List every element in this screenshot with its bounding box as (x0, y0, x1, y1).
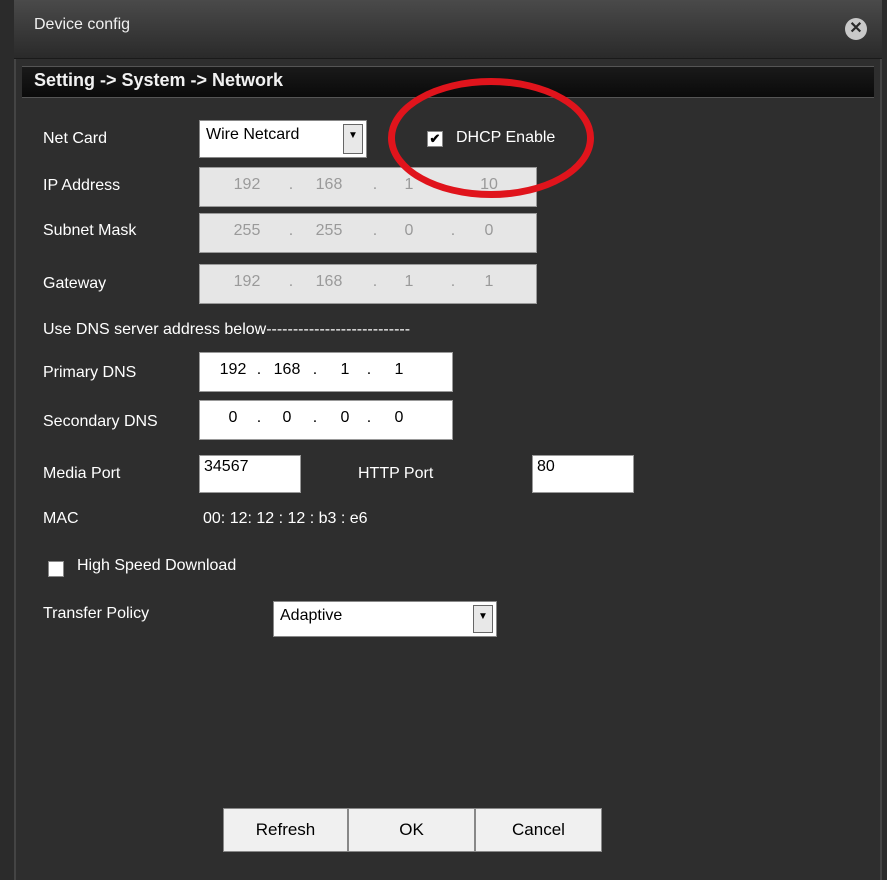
primary-dns-dot-1: . (256, 361, 262, 378)
window-title: Device config (34, 16, 131, 33)
dhcp-label: DHCP Enable (456, 129, 556, 146)
secondary-dns-octet-1: 0 (228, 409, 238, 426)
primary-dns-label: Primary DNS (43, 364, 137, 381)
primary-dns-octet-4: 1 (394, 361, 404, 378)
gateway-octet-3: 1 (404, 273, 414, 290)
gateway-dot-1: . (288, 273, 294, 290)
subnet-mask-field[interactable]: 255 . 255 . 0 . 0 (199, 213, 537, 253)
close-icon[interactable]: ✕ (845, 18, 867, 40)
gateway-octet-4: 1 (484, 273, 494, 290)
secondary-dns-octet-4: 0 (394, 409, 404, 426)
http-port-value: 80 (537, 458, 555, 475)
secondary-dns-octet-2: 0 (282, 409, 292, 426)
ip-dot-2: . (372, 176, 378, 193)
dns-section-label: Use DNS server address below------------… (43, 321, 411, 338)
subnet-octet-3: 0 (404, 222, 414, 239)
http-port-label: HTTP Port (358, 465, 434, 482)
mac-value: 00: 12: 12 : 12 : b3 : e6 (203, 510, 368, 527)
subnet-mask-label: Subnet Mask (43, 222, 137, 239)
http-port-input[interactable]: 80 (532, 455, 634, 493)
ip-dot-3: . (450, 176, 456, 193)
title-bar (14, 0, 882, 59)
breadcrumb: Setting -> System -> Network (34, 70, 284, 90)
subnet-dot-2: . (372, 222, 378, 239)
secondary-dns-dot-2: . (312, 409, 318, 426)
subnet-dot-1: . (288, 222, 294, 239)
net-card-value: Wire Netcard (206, 126, 300, 143)
transfer-policy-value: Adaptive (280, 607, 343, 624)
ip-octet-2: 168 (315, 176, 343, 193)
primary-dns-dot-3: . (366, 361, 372, 378)
refresh-button[interactable]: Refresh (223, 808, 348, 852)
ip-octet-4: 10 (480, 176, 498, 193)
ok-button[interactable]: OK (348, 808, 475, 852)
ip-octet-3: 1 (404, 176, 414, 193)
secondary-dns-label: Secondary DNS (43, 413, 158, 430)
cancel-button[interactable]: Cancel (475, 808, 602, 852)
transfer-policy-label: Transfer Policy (43, 605, 150, 622)
high-speed-download-checkbox[interactable] (48, 561, 64, 577)
media-port-value: 34567 (204, 458, 249, 475)
secondary-dns-octet-3: 0 (340, 409, 350, 426)
subnet-dot-3: . (450, 222, 456, 239)
ip-dot-1: . (288, 176, 294, 193)
net-card-label: Net Card (43, 130, 108, 147)
high-speed-download-label: High Speed Download (77, 557, 237, 574)
ip-address-label: IP Address (43, 177, 121, 194)
primary-dns-octet-1: 192 (219, 361, 247, 378)
gateway-dot-2: . (372, 273, 378, 290)
subnet-octet-1: 255 (233, 222, 261, 239)
gateway-octet-1: 192 (233, 273, 261, 290)
subnet-octet-4: 0 (484, 222, 494, 239)
secondary-dns-dot-1: . (256, 409, 262, 426)
transfer-policy-select[interactable]: Adaptive ▼ (273, 601, 497, 637)
gateway-label: Gateway (43, 275, 107, 292)
ip-octet-1: 192 (233, 176, 261, 193)
mac-label: MAC (43, 510, 79, 527)
primary-dns-octet-2: 168 (273, 361, 301, 378)
dhcp-checkbox[interactable]: ✔ (427, 131, 443, 147)
gateway-octet-2: 168 (315, 273, 343, 290)
media-port-label: Media Port (43, 465, 121, 482)
primary-dns-octet-3: 1 (340, 361, 350, 378)
secondary-dns-dot-3: . (366, 409, 372, 426)
device-config-window (14, 0, 882, 880)
subnet-octet-2: 255 (315, 222, 343, 239)
media-port-input[interactable]: 34567 (199, 455, 301, 493)
gateway-field[interactable]: 192 . 168 . 1 . 1 (199, 264, 537, 304)
chevron-down-icon[interactable]: ▼ (343, 124, 363, 154)
net-card-select[interactable]: Wire Netcard ▼ (199, 120, 367, 158)
ip-address-field[interactable]: 192 . 168 . 1 . 10 (199, 167, 537, 207)
chevron-down-icon[interactable]: ▼ (473, 605, 493, 633)
primary-dns-field[interactable]: 192 . 168 . 1 . 1 (199, 352, 453, 392)
primary-dns-dot-2: . (312, 361, 318, 378)
secondary-dns-field[interactable]: 0 . 0 . 0 . 0 (199, 400, 453, 440)
gateway-dot-3: . (450, 273, 456, 290)
